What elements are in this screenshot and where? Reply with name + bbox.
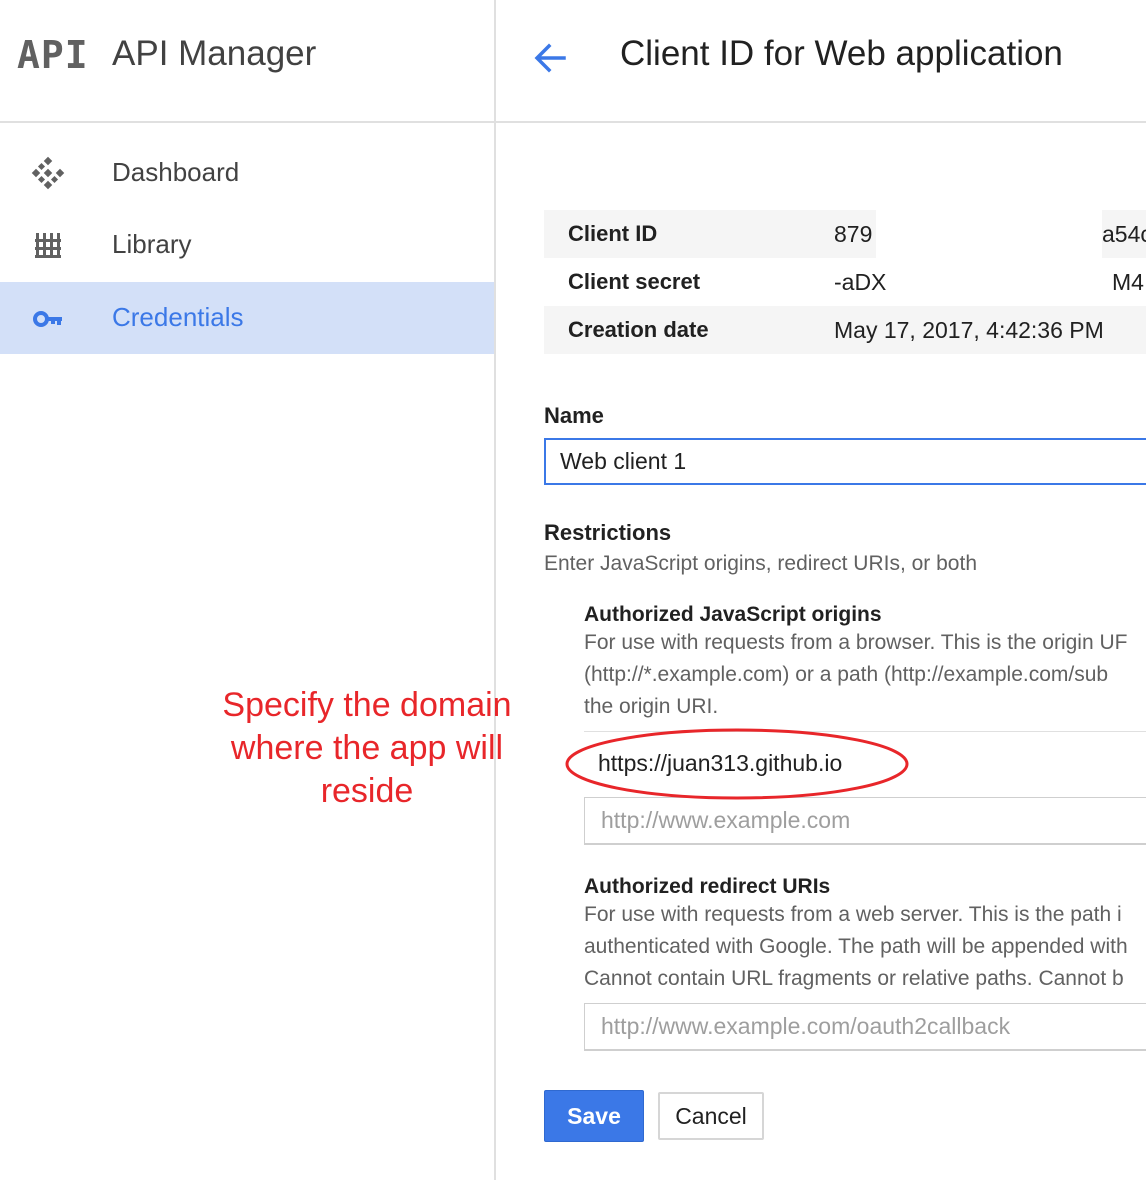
- save-button[interactable]: Save: [544, 1090, 644, 1142]
- redirect-uris-title: Authorized redirect URIs: [584, 875, 831, 898]
- restrictions-title: Restrictions: [544, 520, 672, 545]
- info-row-client-id: Client ID 879 a54c: [544, 210, 1146, 258]
- creation-date-label: Creation date: [568, 317, 709, 342]
- js-origins-title: Authorized JavaScript origins: [584, 603, 882, 626]
- redirect-uris-help-line: authenticated with Google. The path will…: [584, 935, 1128, 958]
- js-origins-help-line: For use with requests from a browser. Th…: [584, 631, 1128, 654]
- redirect-uri-input[interactable]: [584, 1003, 1146, 1051]
- page-title: Client ID for Web application: [620, 34, 1063, 73]
- redirect-uris-help-line: For use with requests from a web server.…: [584, 903, 1122, 926]
- redirect-uris-help-line: Cannot contain URL fragments or relative…: [584, 967, 1124, 990]
- sidebar-item-label: Dashboard: [112, 157, 240, 187]
- arrow-back-icon[interactable]: [530, 38, 570, 78]
- sidebar: API API Manager Dashboard Library Creden…: [0, 0, 494, 1180]
- sidebar-item-label: Credentials: [112, 302, 244, 332]
- annotation-line: Specify the domain: [222, 686, 512, 724]
- annotation-line: reside: [320, 772, 414, 810]
- sidebar-header: API API Manager: [0, 0, 494, 123]
- client-secret-value: -aDX: [834, 269, 887, 295]
- info-row-client-secret: Client secret -aDX M4: [544, 258, 1146, 306]
- cancel-button[interactable]: Cancel: [658, 1092, 764, 1140]
- js-origins-help-line: (http://*.example.com) or a path (http:/…: [584, 663, 1109, 686]
- app-title: API Manager: [112, 34, 317, 73]
- creation-date-value: May 17, 2017, 4:42:36 PM: [834, 317, 1104, 343]
- client-secret-label: Client secret: [568, 269, 701, 294]
- redaction-mask: [876, 210, 1102, 258]
- client-id-value-tail: a54c: [1102, 221, 1146, 247]
- client-info-table: Client ID 879 a54c Client secret -aDX M4…: [544, 210, 1146, 354]
- dashboard-icon: [31, 156, 65, 190]
- library-icon: [35, 233, 61, 258]
- js-origins-help-line: the origin URI.: [584, 695, 719, 718]
- sidebar-item-library[interactable]: Library: [0, 209, 494, 281]
- client-id-value: 879: [834, 221, 873, 247]
- client-secret-value-tail: M4: [1112, 269, 1144, 295]
- main-header: Client ID for Web application: [496, 0, 1146, 123]
- sidebar-item-label: Library: [112, 229, 192, 259]
- restrictions-description: Enter JavaScript origins, redirect URIs,…: [544, 552, 978, 575]
- origin-row-divider: [584, 731, 1146, 732]
- name-input[interactable]: [544, 438, 1146, 485]
- annotation-line: where the app will: [230, 729, 504, 767]
- api-logo: API: [17, 33, 89, 77]
- annotation-text: Specify the domain where the app will re…: [200, 684, 534, 813]
- name-label: Name: [544, 403, 604, 428]
- sidebar-item-credentials[interactable]: Credentials: [0, 282, 494, 354]
- client-id-label: Client ID: [568, 221, 658, 246]
- js-origin-entry[interactable]: https://juan313.github.io: [598, 750, 842, 777]
- info-row-creation-date: Creation date May 17, 2017, 4:42:36 PM: [544, 306, 1146, 354]
- key-icon: [33, 311, 62, 327]
- sidebar-divider: [494, 0, 496, 1180]
- sidebar-item-dashboard[interactable]: Dashboard: [0, 137, 494, 209]
- js-origin-input[interactable]: [584, 797, 1146, 845]
